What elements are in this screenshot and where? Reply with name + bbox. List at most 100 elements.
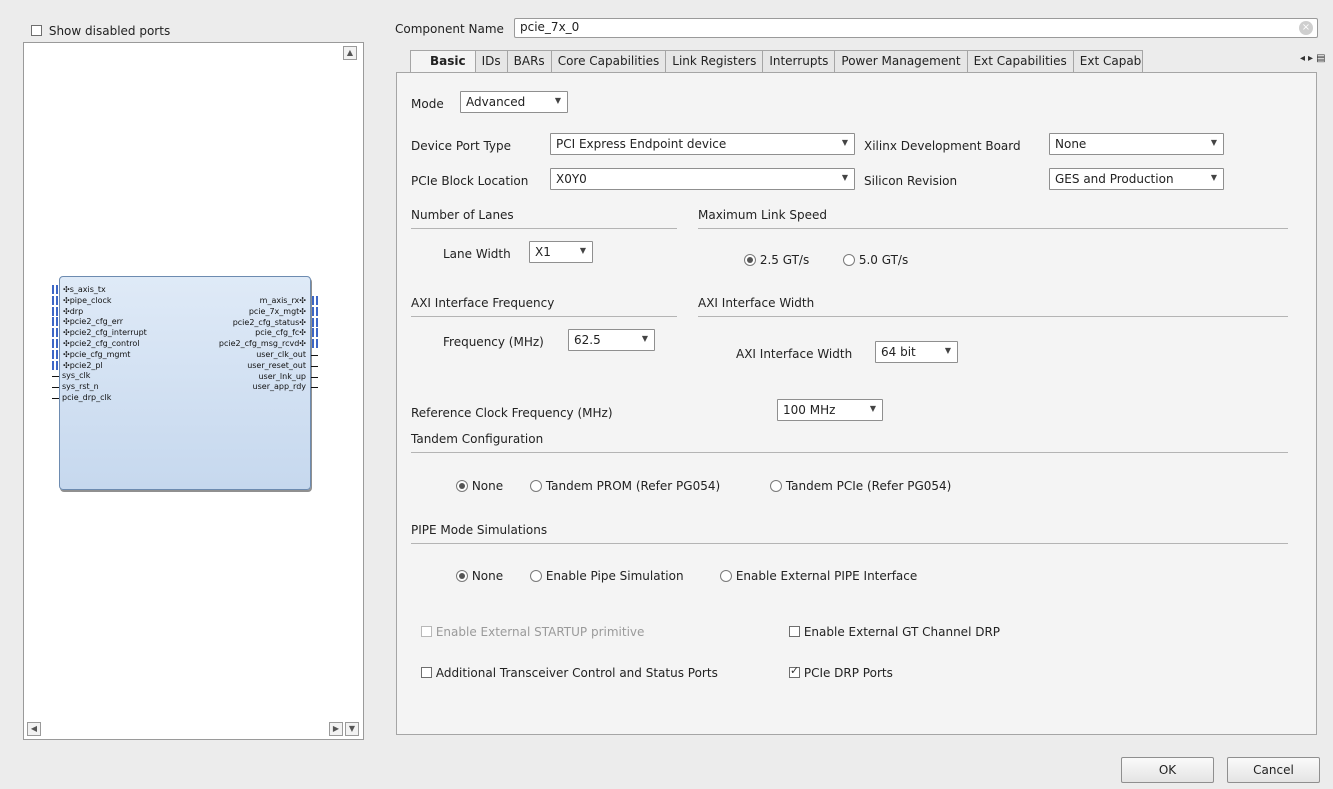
radio-selected-icon[interactable] [744, 254, 756, 266]
port-user_clk_out[interactable]: user_clk_out [256, 350, 306, 360]
port-pcie_7x_mgt[interactable]: pcie_7x_mgt✣ [249, 307, 306, 317]
port-user_app_rdy[interactable]: user_app_rdy [253, 382, 306, 392]
external-startup-checkbox: Enable External STARTUP primitive [421, 625, 644, 639]
tab-basic[interactable]: Basic [410, 50, 476, 72]
port-pcie2_cfg_status[interactable]: pcie2_cfg_status✣ [233, 318, 306, 328]
speed-2-5-radio[interactable]: 2.5 GT/s [744, 253, 809, 267]
show-disabled-ports-checkbox[interactable]: Show disabled ports [31, 24, 170, 38]
tab-scroll-right-icon[interactable]: ▸ [1308, 53, 1316, 64]
component-name-input[interactable]: pcie_7x_0 × [514, 18, 1318, 38]
mode-value: Advanced [466, 95, 526, 109]
port-pin [311, 355, 318, 356]
port-pin [312, 339, 318, 349]
pcie-drp-ports-checkbox[interactable]: PCIe DRP Ports [789, 664, 893, 680]
clear-icon[interactable]: × [1299, 21, 1313, 35]
scroll-up-button[interactable]: ▲ [343, 46, 357, 60]
port-pcie_cfg_mgmt[interactable]: ✣pcie_cfg_mgmt [63, 350, 130, 360]
port-pin [311, 365, 318, 367]
port-pcie2_cfg_err[interactable]: ✣pcie2_cfg_err [63, 317, 123, 327]
mode-select[interactable]: Advanced ▼ [460, 91, 568, 113]
tandem-pcie-label: Tandem PCIe (Refer PG054) [785, 479, 952, 493]
radio-unselected-icon[interactable] [530, 570, 542, 582]
port-pcie_cfg_fc[interactable]: pcie_cfg_fc✣ [255, 328, 306, 338]
frequency-select[interactable]: 62.5 ▼ [568, 329, 655, 351]
radio-unselected-icon[interactable] [770, 480, 782, 492]
tab-ids[interactable]: IDs [474, 50, 508, 72]
port-pcie2_pl[interactable]: ✣pcie2_pl [63, 361, 103, 371]
component-name-value: pcie_7x_0 [520, 20, 580, 34]
lane-width-select[interactable]: X1 ▼ [529, 241, 593, 263]
axi-width-label: AXI Interface Width [736, 347, 853, 361]
port-pin [52, 360, 58, 370]
port-pipe_clock[interactable]: ✣pipe_clock [63, 296, 112, 306]
port-pin [52, 306, 58, 316]
ref-clock-label: Reference Clock Frequency (MHz) [411, 406, 613, 420]
tab-core-capabilities[interactable]: Core Capabilities [550, 50, 667, 72]
port-pcie2_cfg_interrupt[interactable]: ✣pcie2_cfg_interrupt [63, 328, 147, 338]
block-location-select[interactable]: X0Y0 ▼ [550, 168, 855, 190]
tandem-prom-radio[interactable]: Tandem PROM (Refer PG054) [530, 479, 720, 493]
tab-scroll-arrows[interactable]: ◂▸▤ [1300, 53, 1329, 64]
frequency-label: Frequency (MHz) [443, 335, 544, 349]
checkbox-box[interactable] [421, 667, 432, 678]
radio-unselected-icon[interactable] [720, 570, 732, 582]
tandem-none-radio[interactable]: None [456, 479, 503, 493]
radio-selected-icon[interactable] [456, 480, 468, 492]
silicon-revision-label: Silicon Revision [864, 174, 958, 188]
tab-ext-capabilities-2[interactable]: Ext Capabili [1072, 50, 1143, 72]
radio-unselected-icon[interactable] [843, 254, 855, 266]
port-pin [312, 328, 318, 338]
chevron-down-icon: ▼ [641, 334, 648, 343]
tandem-pcie-radio[interactable]: Tandem PCIe (Refer PG054) [770, 479, 951, 493]
tab-interrupts[interactable]: Interrupts [762, 50, 836, 72]
port-user_lnk_up[interactable]: user_lnk_up [258, 372, 306, 382]
port-sys_clk[interactable]: sys_clk [62, 371, 90, 381]
port-pin [52, 285, 58, 294]
ok-button[interactable]: OK [1121, 757, 1214, 783]
device-port-type-select[interactable]: PCI Express Endpoint device ▼ [550, 133, 855, 155]
pipe-external-radio[interactable]: Enable External PIPE Interface [720, 569, 917, 583]
port-pcie2_cfg_control[interactable]: ✣pcie2_cfg_control [63, 339, 139, 349]
speed-5-0-radio[interactable]: 5.0 GT/s [843, 253, 908, 267]
port-m_axis_rx[interactable]: m_axis_rx✣ [260, 296, 306, 306]
silicon-revision-select[interactable]: GES and Production ▼ [1049, 168, 1224, 190]
axi-width-select[interactable]: 64 bit ▼ [875, 341, 958, 363]
tab-list-icon[interactable]: ▤ [1316, 53, 1328, 64]
checkbox-box[interactable] [789, 626, 800, 637]
tab-link-registers[interactable]: Link Registers [665, 50, 764, 72]
ip-symbol-block[interactable]: ✣s_axis_tx ✣pipe_clock ✣drp ✣pcie2_cfg_err ✣… [52, 276, 318, 490]
transceiver-ports-checkbox[interactable]: Additional Transceiver Control and Statu… [421, 666, 718, 680]
checkbox-checked-icon[interactable] [789, 664, 800, 678]
tab-bars[interactable]: BARs [506, 50, 552, 72]
pipe-none-radio[interactable]: None [456, 569, 503, 583]
port-pin [52, 387, 59, 389]
tab-scroll-left-icon[interactable]: ◂ [1300, 53, 1308, 64]
speed-5-0-label: 5.0 GT/s [858, 253, 909, 267]
scroll-left-button[interactable]: ◀ [27, 722, 41, 736]
radio-unselected-icon[interactable] [530, 480, 542, 492]
checkbox-box[interactable] [31, 25, 42, 36]
checkbox-box [421, 626, 432, 637]
port-pin [52, 398, 59, 399]
port-sys_rst_n[interactable]: sys_rst_n [62, 382, 99, 392]
scroll-right-button[interactable]: ▶ [329, 722, 343, 736]
tab-power-management[interactable]: Power Management [834, 50, 968, 72]
radio-selected-icon[interactable] [456, 570, 468, 582]
tandem-section-title: Tandem Configuration [411, 432, 1288, 453]
port-s_axis_tx[interactable]: ✣s_axis_tx [63, 285, 106, 295]
cancel-button[interactable]: Cancel [1227, 757, 1320, 783]
port-pcie2_cfg_msg_rcvd[interactable]: pcie2_cfg_msg_rcvd✣ [219, 339, 306, 349]
tab-bar: Basic IDs BARs Core Capabilities Link Re… [410, 50, 1143, 72]
gt-channel-drp-checkbox[interactable]: Enable External GT Channel DRP [789, 625, 1000, 639]
ref-clock-select[interactable]: 100 MHz ▼ [777, 399, 883, 421]
port-pin [52, 295, 58, 305]
tab-ext-capabilities[interactable]: Ext Capabilities [966, 50, 1074, 72]
port-drp[interactable]: ✣drp [63, 307, 83, 317]
port-pin [311, 387, 318, 389]
port-user_reset_out[interactable]: user_reset_out [247, 361, 306, 371]
scroll-down-button[interactable]: ▼ [345, 722, 359, 736]
pipe-enable-sim-radio[interactable]: Enable Pipe Simulation [530, 569, 684, 583]
board-select[interactable]: None ▼ [1049, 133, 1224, 155]
port-pcie_drp_clk[interactable]: pcie_drp_clk [62, 393, 111, 403]
chevron-down-icon: ▼ [554, 96, 561, 105]
